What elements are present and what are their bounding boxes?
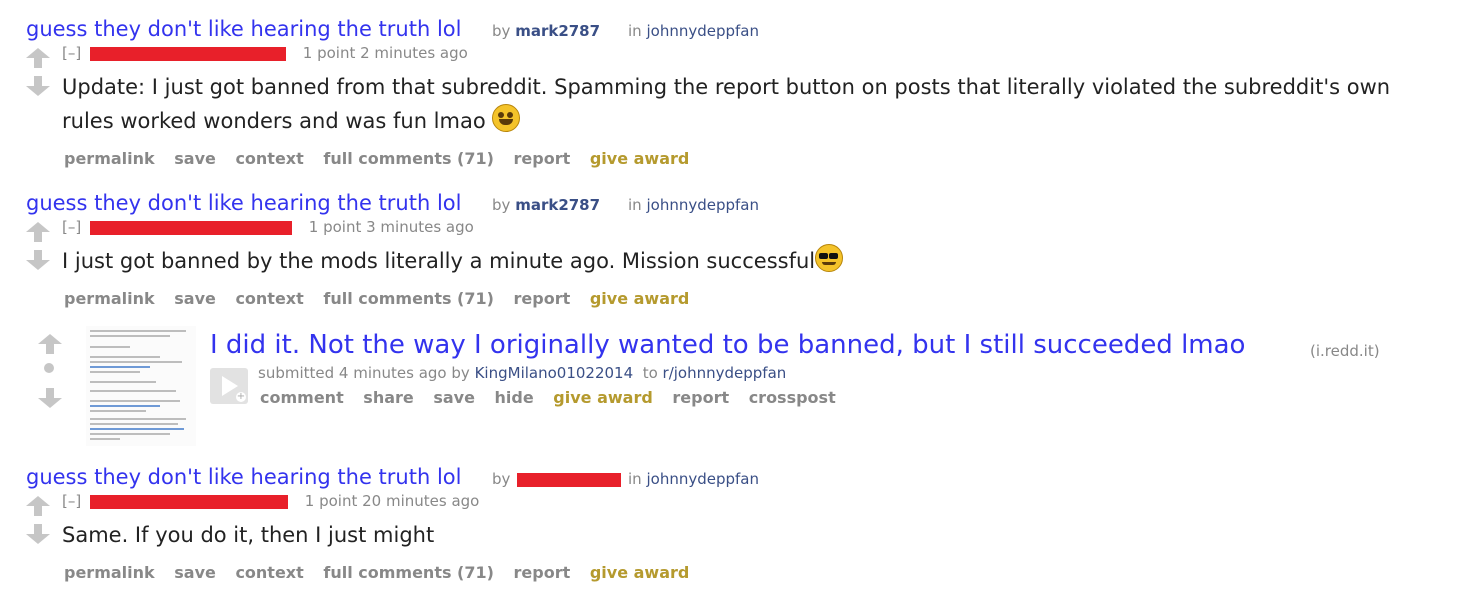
upvote-arrow-icon[interactable] — [26, 496, 50, 516]
post-domain[interactable]: (i.redd.it) — [1310, 342, 1380, 360]
report-button[interactable]: report — [672, 388, 729, 407]
post-title-link[interactable]: guess they don't like hearing the truth … — [26, 188, 461, 218]
give-award-button[interactable]: give award — [590, 289, 690, 308]
comment-tagline: [–] 1 point 2 minutes ago — [62, 44, 468, 62]
post-title-link[interactable]: I did it. Not the way I originally wante… — [210, 330, 1245, 360]
submitted-label: submitted — [258, 364, 335, 382]
post-buttons: comment share save hide give award repor… — [260, 388, 850, 407]
in-label: in johnnydeppfan — [628, 470, 759, 488]
collapse-toggle[interactable]: [–] — [62, 218, 81, 236]
post-title-link[interactable]: guess they don't like hearing the truth … — [26, 14, 461, 44]
upvote-arrow-icon[interactable] — [38, 334, 62, 354]
by-label: by mark2787 — [492, 22, 600, 40]
plus-icon: + — [236, 391, 246, 402]
sunglasses-emoji-icon — [815, 244, 844, 272]
downvote-arrow-icon[interactable] — [26, 250, 50, 270]
collapse-toggle[interactable]: [–] — [62, 492, 81, 510]
by-label: by — [492, 470, 622, 488]
downvote-arrow-icon[interactable] — [26, 524, 50, 544]
score-time: 1 point 20 minutes ago — [304, 492, 480, 510]
downvote-arrow-icon[interactable] — [26, 76, 50, 96]
collapse-toggle[interactable]: [–] — [62, 44, 81, 62]
permalink-button[interactable]: permalink — [64, 289, 155, 308]
post-time: 4 minutes ago — [338, 364, 447, 382]
play-icon — [222, 376, 238, 396]
comment-buttons: permalink save context full comments (71… — [64, 563, 703, 582]
post-author-link[interactable]: KingMilano01022014 — [475, 364, 634, 382]
comment-body: Same. If you do it, then I just might — [62, 518, 1402, 552]
permalink-button[interactable]: permalink — [64, 563, 155, 582]
comment-tagline: [–] 1 point 3 minutes ago — [62, 218, 474, 236]
in-label: in johnnydeppfan — [628, 196, 759, 214]
give-award-button[interactable]: give award — [553, 388, 653, 407]
score-dot — [44, 363, 54, 373]
upvote-arrow-icon[interactable] — [26, 222, 50, 242]
redacted-author — [517, 472, 622, 487]
crosspost-button[interactable]: crosspost — [749, 388, 836, 407]
post-thumbnail[interactable] — [86, 326, 196, 446]
downvote-arrow-icon[interactable] — [38, 388, 62, 408]
redacted-username — [90, 46, 286, 61]
rofl-emoji-icon — [492, 104, 521, 132]
comment-buttons: permalink save context full comments (71… — [64, 149, 703, 168]
redacted-username — [90, 220, 292, 235]
report-button[interactable]: report — [514, 563, 571, 582]
context-button[interactable]: context — [235, 563, 303, 582]
by-text: by — [492, 470, 511, 488]
comment-text: I just got banned by the mods literally … — [62, 249, 816, 273]
comment-buttons: permalink save context full comments (71… — [64, 289, 703, 308]
to-text: to — [642, 364, 658, 382]
by-text: by — [451, 364, 470, 382]
give-award-button[interactable]: give award — [590, 563, 690, 582]
by-text: by — [492, 22, 511, 40]
full-comments-button[interactable]: full comments (71) — [323, 289, 494, 308]
redacted-username — [90, 494, 288, 509]
context-button[interactable]: context — [235, 289, 303, 308]
by-label: by mark2787 — [492, 196, 600, 214]
subreddit-link[interactable]: johnnydeppfan — [646, 22, 759, 40]
comment-text: Same. If you do it, then I just might — [62, 523, 435, 547]
comment-body: I just got banned by the mods literally … — [62, 244, 1402, 278]
save-button[interactable]: save — [433, 388, 475, 407]
by-text: by — [492, 196, 511, 214]
permalink-button[interactable]: permalink — [64, 149, 155, 168]
comment-button[interactable]: comment — [260, 388, 344, 407]
full-comments-button[interactable]: full comments (71) — [323, 149, 494, 168]
comment-body: Update: I just got banned from that subr… — [62, 70, 1402, 138]
in-text: in — [628, 196, 642, 214]
expando-button[interactable]: + — [210, 368, 248, 404]
upvote-arrow-icon[interactable] — [26, 48, 50, 68]
post-subreddit-link[interactable]: r/johnnydeppfan — [663, 364, 787, 382]
hide-button[interactable]: hide — [495, 388, 534, 407]
save-button[interactable]: save — [174, 563, 216, 582]
save-button[interactable]: save — [174, 149, 216, 168]
author-link[interactable]: mark2787 — [515, 22, 600, 40]
save-button[interactable]: save — [174, 289, 216, 308]
score-time: 1 point 3 minutes ago — [308, 218, 474, 236]
give-award-button[interactable]: give award — [590, 149, 690, 168]
author-link[interactable]: mark2787 — [515, 196, 600, 214]
report-button[interactable]: report — [514, 289, 571, 308]
context-button[interactable]: context — [235, 149, 303, 168]
in-label: in johnnydeppfan — [628, 22, 759, 40]
comment-tagline: [–] 1 point 20 minutes ago — [62, 492, 479, 510]
link-post: I did it. Not the way I originally wante… — [0, 324, 1465, 450]
comment-text: Update: I just got banned from that subr… — [62, 75, 1391, 133]
full-comments-button[interactable]: full comments (71) — [323, 563, 494, 582]
subreddit-link[interactable]: johnnydeppfan — [646, 470, 759, 488]
in-text: in — [628, 22, 642, 40]
share-button[interactable]: share — [363, 388, 413, 407]
score-time: 1 point 2 minutes ago — [302, 44, 468, 62]
post-tagline: submitted 4 minutes ago by KingMilano010… — [258, 364, 786, 382]
post-title-link[interactable]: guess they don't like hearing the truth … — [26, 462, 461, 492]
subreddit-link[interactable]: johnnydeppfan — [646, 196, 759, 214]
in-text: in — [628, 470, 642, 488]
report-button[interactable]: report — [514, 149, 571, 168]
